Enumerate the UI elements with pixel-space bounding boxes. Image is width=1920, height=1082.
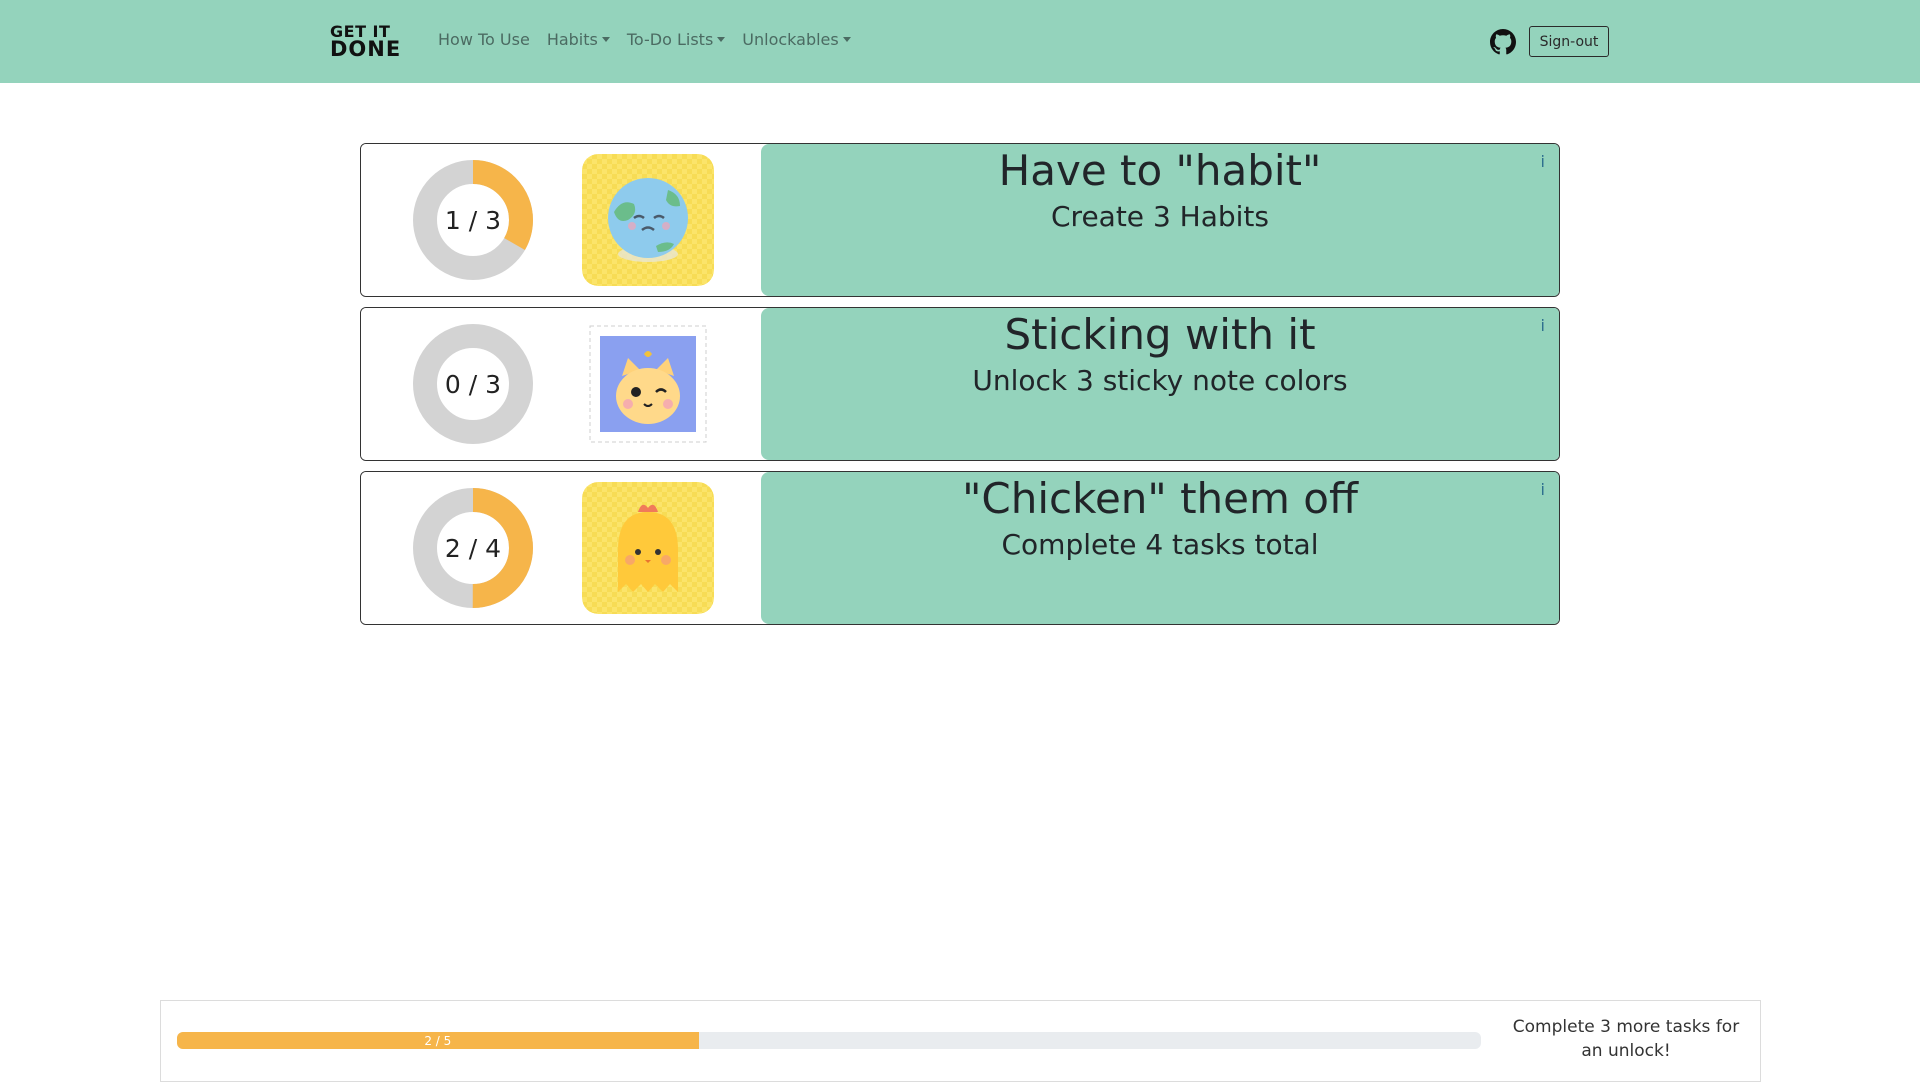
chick-badge-icon — [582, 482, 714, 614]
achievement-details: Sticking with it Unlock 3 sticky note co… — [761, 308, 1559, 460]
achievement-card: 0 / 3 Sticking with it Unlock 3 sticky n… — [360, 307, 1560, 461]
nav-todo-lists-dropdown[interactable]: To-Do Lists — [626, 30, 726, 49]
nav-habits-dropdown[interactable]: Habits — [547, 30, 610, 49]
progress-ring-label: 2 / 4 — [444, 533, 502, 563]
progress-ring-label: 0 / 3 — [444, 369, 502, 399]
navbar: GET IT DONE How To Use Habits To-Do List… — [0, 0, 1920, 83]
nav-links: How To Use Habits To-Do Lists Unlockable… — [438, 30, 868, 49]
nav-how-to-use-label: How To Use — [438, 30, 530, 49]
progress-ring-label: 1 / 3 — [444, 205, 502, 235]
brand-logo[interactable]: GET IT DONE — [330, 24, 402, 61]
nav-todo-lists-label: To-Do Lists — [626, 30, 714, 49]
signout-button[interactable]: Sign-out — [1529, 26, 1609, 57]
nav-how-to-use[interactable]: How To Use — [438, 30, 530, 49]
brand-line-2: DONE — [330, 37, 402, 61]
achievement-description: Unlock 3 sticky note colors — [972, 364, 1348, 397]
caret-down-icon — [601, 37, 610, 42]
achievement-details: Have to "habit" Create 3 Habits i — [761, 144, 1559, 296]
achievement-progress-area: 0 / 3 — [361, 308, 761, 460]
info-icon[interactable]: i — [1541, 316, 1545, 335]
caret-down-icon — [842, 37, 851, 42]
unlock-progress-fill: 2 / 5 — [177, 1032, 699, 1049]
sad-earth-badge-icon — [582, 154, 714, 286]
achievement-description: Create 3 Habits — [1051, 200, 1269, 233]
achievement-card: 2 / 4 "Chicken" them off Complete 4 task… — [360, 471, 1560, 625]
achievement-progress-area: 2 / 4 — [361, 472, 761, 624]
unlock-progress-panel: 2 / 5 Complete 3 more tasks for an unloc… — [160, 1000, 1761, 1082]
cat-stamp-badge-icon — [589, 325, 707, 443]
achievement-card: 1 / 3 Have to "habit" Create 3 Habits i — [360, 143, 1560, 297]
nav-unlockables-dropdown[interactable]: Unlockables — [742, 30, 851, 49]
nav-unlockables-label: Unlockables — [742, 30, 839, 49]
unlock-message: Complete 3 more tasks for an unlock! — [1512, 1017, 1740, 1061]
unlock-progress-bar: 2 / 5 — [177, 1032, 1481, 1049]
achievement-details: "Chicken" them off Complete 4 tasks tota… — [761, 472, 1559, 624]
nav-habits-label: Habits — [546, 30, 598, 49]
github-icon[interactable] — [1490, 29, 1516, 55]
caret-down-icon — [717, 37, 726, 42]
unlock-progress-label: 2 / 5 — [424, 1033, 452, 1048]
achievement-title: "Chicken" them off — [962, 474, 1358, 523]
achievement-progress-area: 1 / 3 — [361, 144, 761, 296]
achievement-title: Have to "habit" — [998, 146, 1322, 195]
achievement-title: Sticking with it — [1004, 310, 1316, 359]
achievement-description: Complete 4 tasks total — [1001, 528, 1319, 561]
info-icon[interactable]: i — [1541, 480, 1545, 499]
info-icon[interactable]: i — [1541, 152, 1545, 171]
